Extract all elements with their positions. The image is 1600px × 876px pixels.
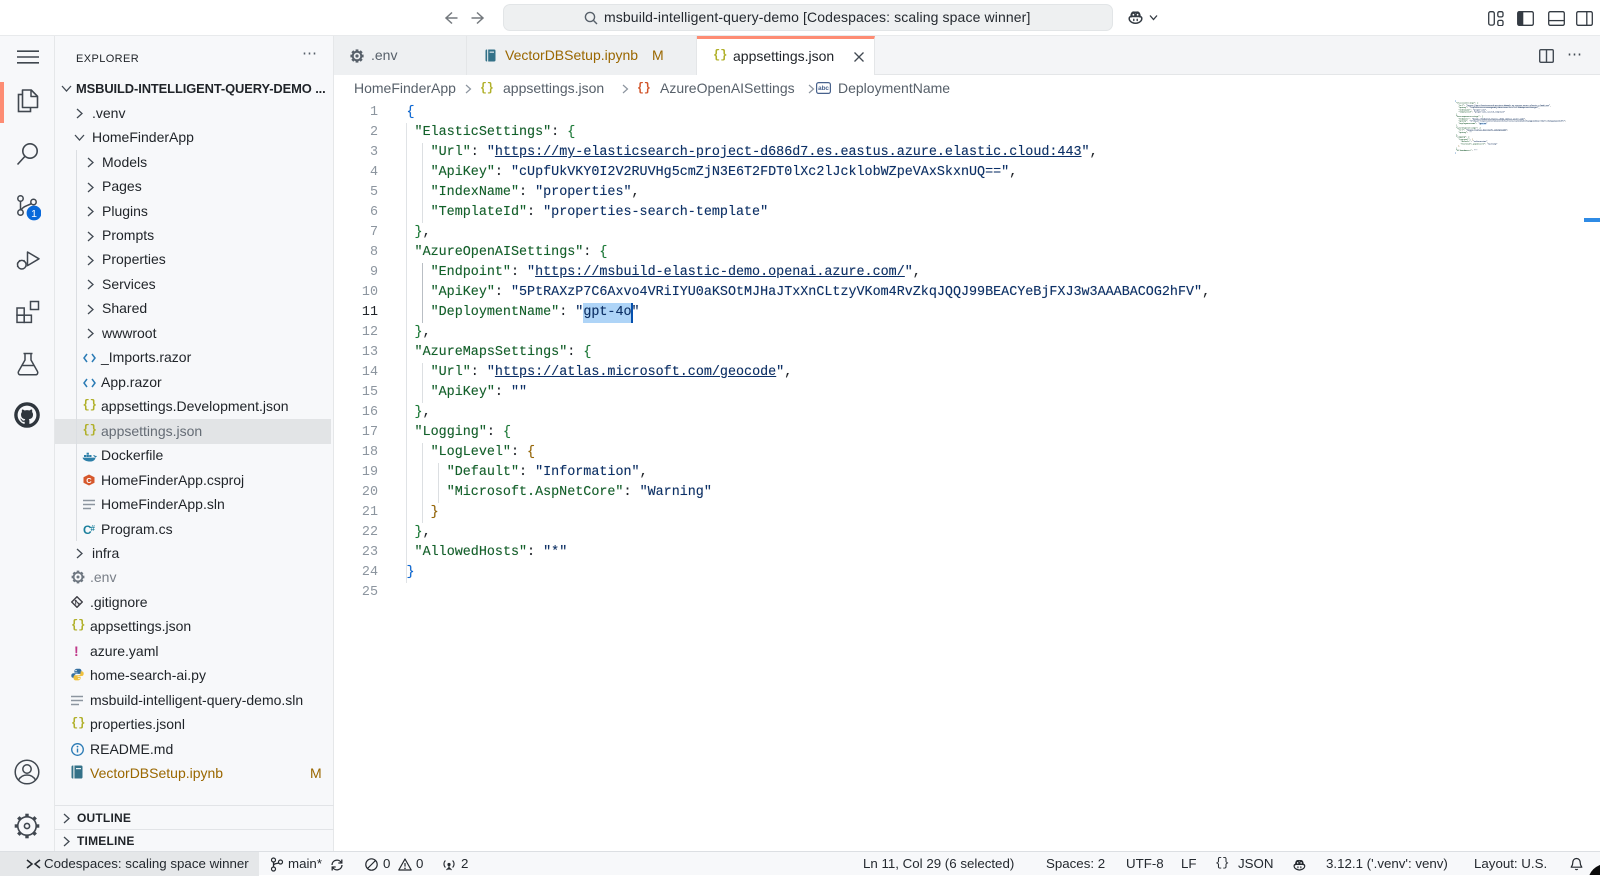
svg-text:C: C <box>86 475 92 484</box>
svg-text:1: 1 <box>31 208 37 220</box>
svg-text:abc: abc <box>818 85 829 92</box>
svg-text:#: # <box>90 524 95 533</box>
